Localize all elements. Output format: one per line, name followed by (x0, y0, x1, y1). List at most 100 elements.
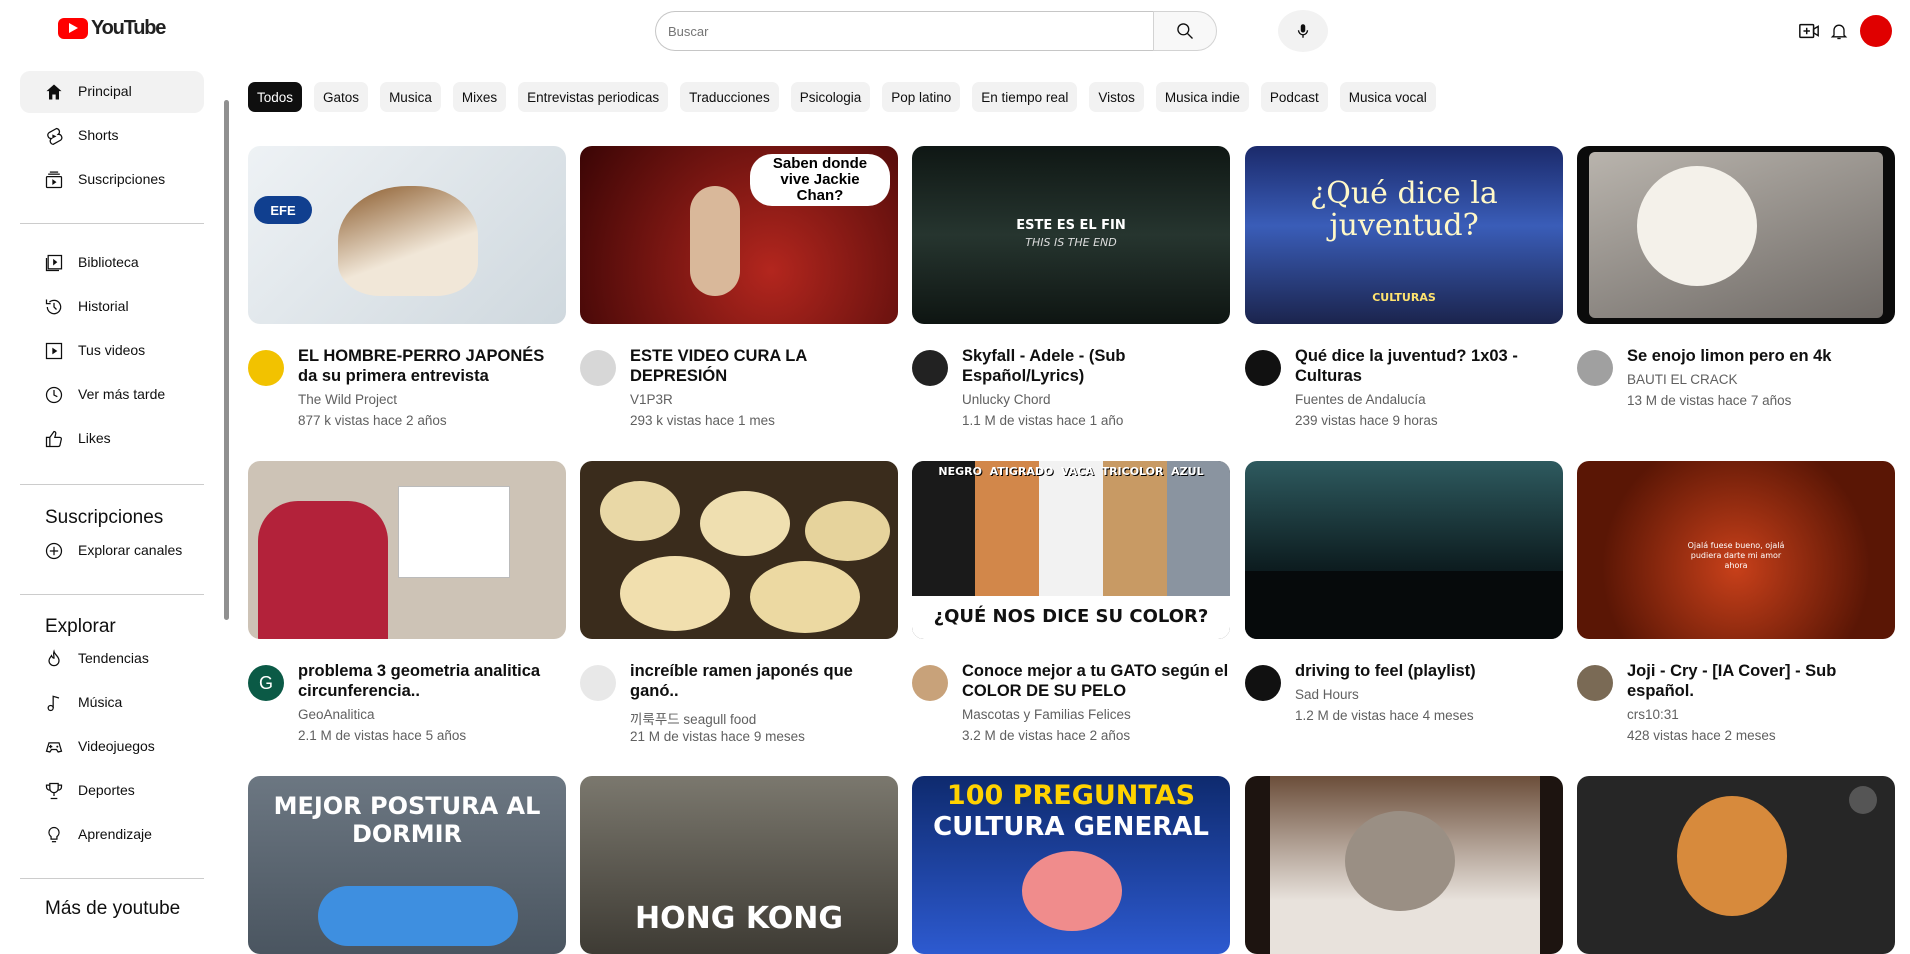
sidebar-item-historial[interactable]: Historial (20, 286, 204, 328)
chip-psicologia[interactable]: Psicologia (790, 82, 871, 112)
channel-avatar[interactable] (1577, 350, 1613, 386)
channel-name[interactable]: BAUTI EL CRACK (1627, 372, 1738, 387)
video-card[interactable]: Saben donde vive Jackie Chan? ESTE VIDEO… (580, 146, 898, 428)
channel-name[interactable]: Mascotas y Familias Felices (962, 707, 1131, 722)
channel-name[interactable]: V1P3R (630, 392, 673, 407)
video-thumbnail[interactable]: ¿Qué dice la juventud? CULTURAS (1245, 146, 1563, 324)
sidebar-item-shorts[interactable]: Shorts (20, 115, 204, 157)
video-card[interactable] (1577, 776, 1895, 954)
sidebar-item-suscripciones[interactable]: Suscripciones (20, 159, 204, 201)
channel-name[interactable]: Fuentes de Andalucía (1295, 392, 1426, 407)
channel-name[interactable]: 끼룩푸드 seagull food (630, 708, 756, 728)
chip-musica-indie[interactable]: Musica indie (1155, 82, 1249, 112)
channel-avatar[interactable] (580, 350, 616, 386)
video-card[interactable]: G problema 3 geometria analitica circunf… (248, 461, 566, 743)
video-thumbnail[interactable]: Saben donde vive Jackie Chan? (580, 146, 898, 324)
thumbnail-title: ¿QUÉ NOS DICE SU COLOR? (933, 606, 1209, 627)
video-thumbnail[interactable] (248, 461, 566, 639)
channel-avatar[interactable] (1577, 665, 1613, 701)
video-thumbnail[interactable] (1577, 776, 1895, 954)
voice-search-button[interactable] (1278, 10, 1328, 52)
video-thumbnail[interactable]: 100 PREGUNTAS CULTURA GENERAL (912, 776, 1230, 954)
video-thumbnail[interactable]: Ojalá fuese bueno, ojalá pudiera darte m… (1577, 461, 1895, 639)
chip-entrevistas[interactable]: Entrevistas periodicas (518, 82, 669, 112)
video-thumbnail[interactable]: ESTE ES EL FIN THIS IS THE END (912, 146, 1230, 324)
sidebar-item-aprendizaje[interactable]: Aprendizaje (20, 814, 204, 856)
video-meta: 1.1 M de vistas hace 1 año (962, 413, 1124, 428)
chip-vistos[interactable]: Vistos (1089, 82, 1144, 112)
video-title[interactable]: problema 3 geometria analitica circunfer… (298, 661, 566, 701)
sidebar-item-deportes[interactable]: Deportes (20, 770, 204, 812)
video-title[interactable]: ESTE VIDEO CURA LA DEPRESIÓN (630, 346, 898, 386)
video-card[interactable]: ESTE ES EL FIN THIS IS THE END Skyfall -… (912, 146, 1230, 428)
sidebar-item-musica[interactable]: Música (20, 682, 204, 724)
sidebar-item-ver-mas-tarde[interactable]: Ver más tarde (20, 374, 204, 416)
video-card[interactable]: 100 PREGUNTAS CULTURA GENERAL (912, 776, 1230, 954)
search-button[interactable] (1153, 11, 1217, 51)
video-title[interactable]: Skyfall - Adele - (Sub Español/Lyrics) (962, 346, 1230, 386)
video-title[interactable]: EL HOMBRE-PERRO JAPONÉS da su primera en… (298, 346, 566, 386)
video-thumbnail[interactable]: EFE (248, 146, 566, 324)
channel-name[interactable]: The Wild Project (298, 392, 397, 407)
thumbnail-title: 100 PREGUNTAS (946, 780, 1196, 811)
sidebar-item-explorar-canales[interactable]: Explorar canales (20, 530, 204, 572)
sidebar-item-biblioteca[interactable]: Biblioteca (20, 242, 204, 284)
video-card[interactable]: HONG KONG (580, 776, 898, 954)
notifications-button[interactable] (1827, 19, 1851, 43)
channel-name[interactable]: crs10:31 (1627, 707, 1679, 722)
video-title[interactable]: Se enojo limon pero en 4k (1627, 346, 1895, 366)
video-title[interactable]: increíble ramen japonés que ganó.. (630, 661, 898, 701)
sidebar-item-tus-videos[interactable]: Tus videos (20, 330, 204, 372)
channel-avatar[interactable] (1245, 350, 1281, 386)
video-thumbnail[interactable] (1577, 146, 1895, 324)
chip-en-tiempo-real[interactable]: En tiempo real (972, 82, 1078, 112)
chip-musica-vocal[interactable]: Musica vocal (1339, 82, 1436, 112)
sidebar-item-videojuegos[interactable]: Videojuegos (20, 726, 204, 768)
chip-podcast[interactable]: Podcast (1260, 82, 1328, 112)
chip-mixes[interactable]: Mixes (452, 82, 507, 112)
search-input[interactable] (655, 11, 1153, 51)
channel-name[interactable]: GeoAnalitica (298, 707, 375, 722)
video-card[interactable]: increíble ramen japonés que ganó.. 끼룩푸드 … (580, 461, 898, 744)
video-thumbnail[interactable]: MEJOR POSTURA AL DORMIR (248, 776, 566, 954)
video-title[interactable]: Conoce mejor a tu GATO según el COLOR DE… (962, 661, 1230, 701)
video-card[interactable] (1245, 776, 1563, 954)
channel-avatar[interactable]: G (248, 665, 284, 701)
video-card[interactable]: Ojalá fuese bueno, ojalá pudiera darte m… (1577, 461, 1895, 743)
sidebar-scrollbar[interactable] (224, 100, 229, 620)
chip-musica[interactable]: Musica (380, 82, 441, 112)
video-title[interactable]: Qué dice la juventud? 1x03 - Culturas (1295, 346, 1563, 386)
channel-name[interactable]: Unlucky Chord (962, 392, 1051, 407)
sidebar-item-principal[interactable]: Principal (20, 71, 204, 113)
channel-avatar[interactable] (248, 350, 284, 386)
channel-avatar[interactable] (912, 350, 948, 386)
channel-avatar[interactable] (580, 665, 616, 701)
create-button[interactable] (1797, 19, 1821, 43)
video-card[interactable]: Se enojo limon pero en 4k BAUTI EL CRACK… (1577, 146, 1895, 408)
chip-todos[interactable]: Todos (248, 82, 303, 112)
video-card[interactable]: MEJOR POSTURA AL DORMIR (248, 776, 566, 954)
channel-avatar[interactable] (912, 665, 948, 701)
youtube-logo[interactable]: YouTube (58, 17, 166, 40)
video-title[interactable]: Joji - Cry - [IA Cover] - Sub español. (1627, 661, 1895, 701)
thumbnail-labels: NEGRO ATIGRADO VACA TRICOLOR AZUL (938, 465, 1204, 478)
chip-gatos[interactable]: Gatos (314, 82, 369, 112)
video-card[interactable]: ¿Qué dice la juventud? CULTURAS Qué dice… (1245, 146, 1563, 428)
sidebar-item-tendencias[interactable]: Tendencias (20, 638, 204, 680)
sidebar-item-label: Historial (78, 298, 129, 314)
video-thumbnail[interactable] (1245, 461, 1563, 639)
video-thumbnail[interactable]: NEGRO ATIGRADO VACA TRICOLOR AZUL ¿QUÉ N… (912, 461, 1230, 639)
video-card[interactable]: driving to feel (playlist) Sad Hours 1.2… (1245, 461, 1563, 723)
video-card[interactable]: EFE EL HOMBRE-PERRO JAPONÉS da su primer… (248, 146, 566, 428)
chip-traducciones[interactable]: Traducciones (680, 82, 779, 112)
chip-pop-latino[interactable]: Pop latino (882, 82, 961, 112)
video-title[interactable]: driving to feel (playlist) (1295, 661, 1563, 681)
video-thumbnail[interactable] (1245, 776, 1563, 954)
video-thumbnail[interactable] (580, 461, 898, 639)
account-avatar[interactable] (1860, 15, 1892, 47)
channel-name[interactable]: Sad Hours (1295, 687, 1359, 702)
sidebar-item-likes[interactable]: Likes (20, 418, 204, 460)
video-card[interactable]: NEGRO ATIGRADO VACA TRICOLOR AZUL ¿QUÉ N… (912, 461, 1230, 743)
video-thumbnail[interactable]: HONG KONG (580, 776, 898, 954)
channel-avatar[interactable] (1245, 665, 1281, 701)
